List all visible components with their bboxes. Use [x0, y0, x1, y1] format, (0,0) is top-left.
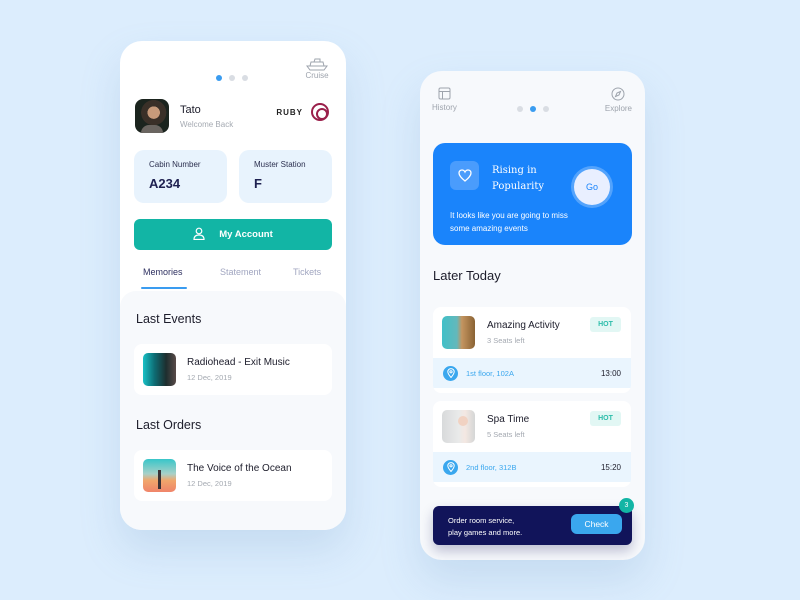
promo-description: It looks like you are going to miss some…: [450, 211, 568, 233]
page-dot-2[interactable]: [530, 106, 536, 112]
activity-thumbnail: [442, 409, 475, 443]
go-button[interactable]: Go: [574, 169, 610, 205]
check-button[interactable]: Check: [571, 514, 622, 534]
activity-title: Amazing Activity: [487, 319, 560, 331]
page-dot-1[interactable]: [517, 106, 523, 112]
active-tab-indicator: [141, 287, 187, 289]
ship-icon: [302, 57, 332, 71]
location-pin-icon: [443, 365, 458, 381]
ruby-logo-icon: [311, 103, 329, 121]
location-pin-icon: [443, 459, 458, 475]
cruise-label: Cruise: [305, 71, 329, 80]
order-list-item[interactable]: The Voice of the Ocean 12 Dec, 2019: [134, 450, 332, 501]
hot-badge: HOT: [590, 317, 621, 332]
banner-text-line-2: play games and more.: [448, 528, 523, 537]
avatar: [135, 99, 169, 133]
heart-icon: [450, 161, 479, 190]
compass-icon: [605, 87, 632, 101]
tab-tickets[interactable]: Tickets: [293, 267, 321, 277]
user-name: Tato: [180, 103, 201, 116]
page-dot-2[interactable]: [229, 75, 235, 81]
left-phone-screen: Cruise Tato Welcome Back RUBY Cabin Numb…: [120, 41, 346, 530]
activity-location: 1st floor, 102A: [466, 368, 514, 378]
page-indicator: [517, 106, 549, 112]
notification-count-badge: 3: [619, 498, 634, 513]
user-profile[interactable]: Tato Welcome Back: [135, 99, 233, 133]
brand: RUBY: [276, 103, 329, 121]
welcome-text: Welcome Back: [180, 119, 234, 129]
activity-seats: 5 Seats left: [487, 429, 525, 439]
history-label: History: [432, 103, 457, 112]
event-title: Radiohead - Exit Music: [187, 357, 290, 368]
last-orders-title: Last Orders: [136, 418, 202, 432]
cabin-number-value: A234: [149, 176, 181, 191]
my-account-button[interactable]: My Account: [134, 219, 332, 250]
cabin-number-label: Cabin Number: [149, 160, 201, 169]
explore-nav-button[interactable]: Explore: [605, 87, 632, 113]
page-indicator: [216, 75, 248, 81]
order-title: The Voice of the Ocean: [187, 463, 292, 474]
banner-text: Order room service, play games and more.: [448, 515, 522, 539]
promo-card: Rising in Popularity It looks like you a…: [433, 143, 632, 245]
activity-location: 2nd floor, 312B: [466, 462, 517, 472]
hot-badge: HOT: [590, 411, 621, 426]
history-icon: [432, 87, 457, 100]
promo-title: Rising in Popularity: [492, 165, 544, 192]
page-dot-3[interactable]: [543, 106, 549, 112]
cruise-button[interactable]: Cruise: [302, 57, 332, 80]
activity-card[interactable]: Spa Time 5 Seats left HOT 2nd floor, 312…: [433, 401, 631, 487]
my-account-label: My Account: [219, 229, 273, 240]
event-list-item[interactable]: Radiohead - Exit Music 12 Dec, 2019: [134, 344, 332, 395]
activity-time: 13:00: [600, 368, 621, 378]
muster-station-card: Muster Station F: [239, 150, 332, 203]
last-events-title: Last Events: [136, 312, 202, 326]
order-date: 12 Dec, 2019: [187, 479, 232, 488]
order-thumbnail: [143, 459, 176, 492]
right-phone-screen: History Explore Rising in Popularity It …: [420, 71, 645, 560]
muster-station-value: F: [254, 176, 262, 191]
activity-seats: 3 Seats left: [487, 335, 525, 345]
event-date: 12 Dec, 2019: [187, 373, 232, 382]
memories-panel: Last Events Radiohead - Exit Music 12 De…: [120, 291, 346, 530]
activity-time: 15:20: [600, 462, 621, 472]
cabin-number-card: Cabin Number A234: [134, 150, 227, 203]
event-thumbnail: [143, 353, 176, 386]
activity-thumbnail: [442, 315, 475, 349]
tab-memories[interactable]: Memories: [143, 267, 183, 277]
activity-card[interactable]: Amazing Activity 3 Seats left HOT 1st fl…: [433, 307, 631, 393]
history-nav-button[interactable]: History: [432, 87, 457, 112]
activity-title: Spa Time: [487, 413, 530, 425]
later-today-title: Later Today: [433, 268, 501, 283]
page-dot-3[interactable]: [242, 75, 248, 81]
explore-label: Explore: [604, 104, 632, 113]
page-dot-1[interactable]: [216, 75, 222, 81]
banner-text-line-1: Order room service,: [448, 516, 515, 525]
user-icon: [193, 227, 205, 243]
tab-statement[interactable]: Statement: [220, 267, 261, 277]
room-service-banner: Order room service, play games and more.…: [433, 506, 632, 545]
tab-bar: Memories Statement Tickets: [134, 267, 334, 291]
muster-station-label: Muster Station: [254, 160, 306, 169]
brand-name: RUBY: [276, 107, 303, 117]
